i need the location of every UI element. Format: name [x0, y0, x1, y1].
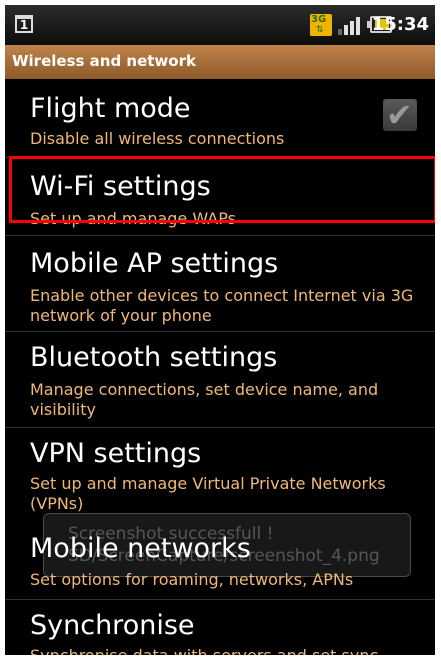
setting-mobile-ap[interactable]: Mobile AP settings Enable other devices …	[5, 236, 435, 330]
header: Wireless and network	[5, 45, 435, 79]
phone-screen: 1 3G ⇅ 15:34 Wireless and network Flight…	[5, 5, 435, 655]
setting-title: VPN settings	[30, 438, 202, 469]
setting-vpn[interactable]: VPN settings Set up and manage Virtual P…	[5, 428, 435, 522]
signal-icon	[338, 15, 364, 35]
setting-summary: Manage connections, set device name, and…	[30, 380, 379, 419]
setting-summary: Synchronise data with servers and set sy…	[30, 646, 420, 655]
setting-title: Flight mode	[30, 93, 191, 124]
flight-mode-checkbox[interactable]: ✔	[383, 96, 417, 134]
setting-title: Bluetooth settings	[30, 342, 278, 373]
3g-data-icon: 3G ⇅	[310, 14, 332, 36]
setting-title: Synchronise	[30, 610, 195, 641]
setting-summary: Set options for roaming, networks, APNs	[30, 570, 354, 589]
setting-title: Mobile AP settings	[30, 248, 279, 279]
setting-summary: Enable other devices to connect Internet…	[30, 286, 414, 325]
setting-bluetooth[interactable]: Bluetooth settings Manage connections, s…	[5, 332, 435, 428]
status-bar: 1 3G ⇅ 15:34	[5, 5, 435, 45]
setting-flight-mode[interactable]: Flight mode Disable all wireless connect…	[5, 79, 435, 153]
highlight-box	[9, 156, 435, 223]
checkmark-icon: ✔	[386, 96, 413, 134]
screen: 1 3G ⇅ 15:34 Wireless and network Flight…	[0, 0, 441, 659]
data-arrows-icon: ⇅	[316, 25, 324, 35]
setting-summary: Disable all wireless connections	[30, 129, 285, 148]
setting-title: Mobile networks	[30, 533, 251, 564]
setting-summary: Set up and manage Virtual Private Networ…	[30, 474, 386, 513]
status-time: 15:34	[371, 14, 429, 35]
setting-synchronise[interactable]: Synchronise Synchronise data with server…	[5, 600, 435, 655]
network-badge: 3G	[311, 14, 327, 25]
page-title: Wireless and network	[12, 52, 196, 70]
notification-icon[interactable]: 1	[15, 15, 33, 33]
setting-mobile-networks[interactable]: Mobile networks Set options for roaming,…	[5, 523, 435, 603]
